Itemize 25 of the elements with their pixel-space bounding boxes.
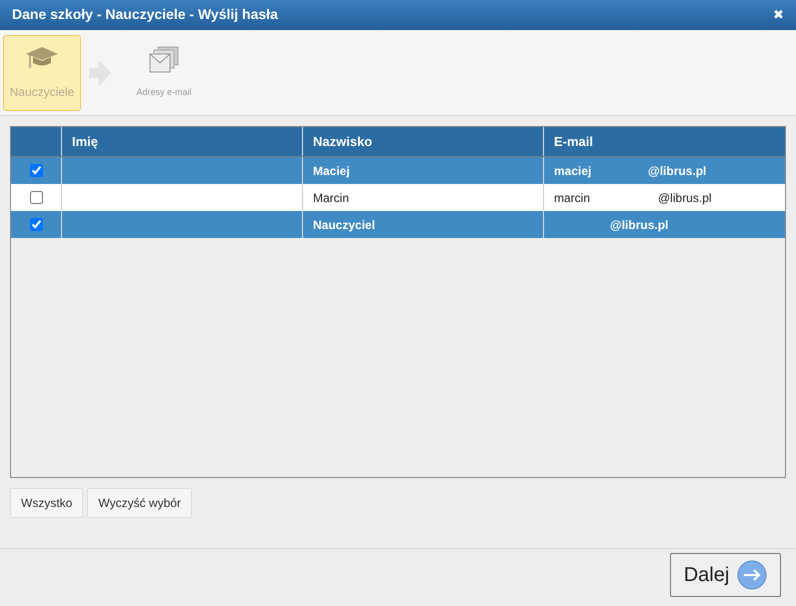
row-checkbox[interactable] [30,218,42,231]
column-header[interactable]: E-mail [544,127,785,156]
row-checkbox[interactable] [30,164,42,177]
graduation-cap-icon [25,44,59,70]
arrow-right-icon [737,560,768,590]
email-user-text: maciej [554,162,592,180]
window-title: Dane szkoły - Nauczyciele - Wyślij hasła [12,5,278,24]
surname-text: Nauczyciel [313,216,376,234]
email-user-text: marcin [554,190,592,206]
row-checkbox[interactable] [30,191,42,204]
table-row[interactable]: Maciej maciej @librus.pl [11,157,785,184]
selection-button[interactable]: Wszystko [10,488,84,518]
close-button[interactable]: ✖ [773,4,784,24]
selection-button[interactable]: Wyczyść wybór [87,488,192,518]
surname-text: Maciej [313,162,350,180]
table-row[interactable]: Nauczyciel @librus.pl [11,211,785,238]
column-header[interactable]: Nazwisko [303,127,544,156]
column-header[interactable]: Imię [62,127,303,156]
next-button[interactable]: Dalej [670,553,781,597]
email-domain-text: @librus.pl [658,190,712,206]
email-domain-text: @librus.pl [648,162,706,180]
envelopes-icon [148,46,180,74]
table-row[interactable]: Marcin marcin @librus.pl [11,184,785,211]
surname-text: Marcin [313,190,350,206]
email-domain-text: @librus.pl [610,216,668,234]
